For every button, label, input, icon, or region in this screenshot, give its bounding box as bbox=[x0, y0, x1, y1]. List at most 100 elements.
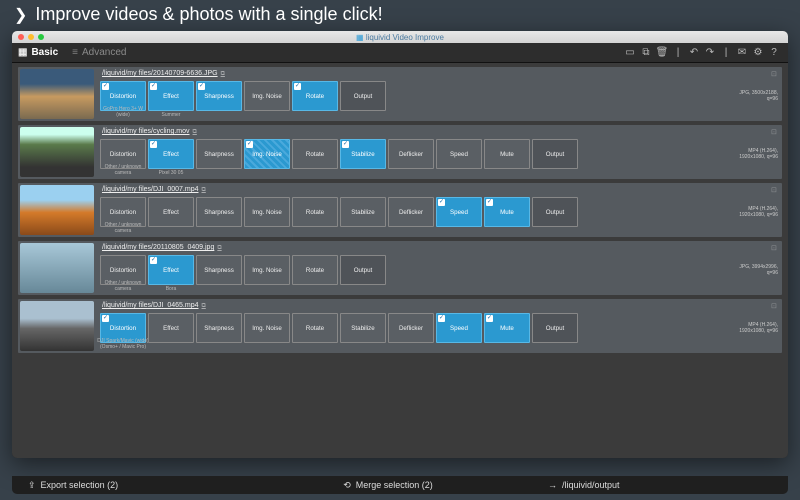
effect-node-sharpness[interactable]: Sharpness bbox=[196, 255, 242, 285]
undo-icon[interactable]: ↶ bbox=[686, 47, 702, 58]
gear-icon[interactable]: ⚙ bbox=[750, 47, 766, 58]
file-path[interactable]: /liquivid/my files/cycling.mov⧉ bbox=[100, 127, 780, 139]
effect-node-imgnoise[interactable]: Img. Noise bbox=[244, 313, 290, 343]
check-icon: ✓ bbox=[486, 315, 493, 322]
copy-icon[interactable]: ⧉ bbox=[638, 47, 654, 58]
copy-path-icon[interactable]: ⧉ bbox=[202, 303, 206, 309]
mail-icon[interactable]: ✉ bbox=[734, 47, 750, 58]
effect-node-effect[interactable]: ✓EffectBora bbox=[148, 255, 194, 285]
effect-row: DistortionOther / unknown camera✓EffectB… bbox=[100, 255, 780, 285]
effect-node-mute[interactable]: ✓ Mute bbox=[484, 313, 530, 343]
effect-node-speed[interactable]: Speed bbox=[436, 139, 482, 169]
mode-advanced[interactable]: ≡ Advanced bbox=[72, 47, 126, 58]
effect-label: Distortion bbox=[110, 209, 136, 216]
merge-label: Merge selection (2) bbox=[356, 480, 433, 490]
effect-node-imgnoise[interactable]: Img. Noise bbox=[244, 255, 290, 285]
effect-label: Output bbox=[354, 267, 373, 274]
effect-node-output[interactable]: Output bbox=[532, 197, 578, 227]
effect-node-stabilize[interactable]: Stabilize bbox=[340, 197, 386, 227]
track-row[interactable]: /liquivid/my files/20110805_0409.jpg⧉Dis… bbox=[18, 241, 782, 295]
effect-label: Img. Noise bbox=[252, 93, 282, 100]
copy-path-icon[interactable]: ⧉ bbox=[202, 187, 206, 193]
effect-row: ✓DistortionDJI Spark/Mavic (wide) (Osmo+… bbox=[100, 313, 780, 343]
copy-path-icon[interactable]: ⧉ bbox=[193, 129, 197, 135]
camera-info: Other / unknown camera bbox=[97, 280, 150, 292]
track-grip-icon[interactable]: ⊡ bbox=[771, 128, 779, 136]
effect-node-deflicker[interactable]: Deflicker bbox=[388, 197, 434, 227]
effect-node-output[interactable]: Output bbox=[340, 81, 386, 111]
effect-subtext: Pixel 30 05 bbox=[145, 170, 198, 176]
effect-node-sharpness[interactable]: Sharpness bbox=[196, 197, 242, 227]
effect-label: Img. Noise bbox=[252, 267, 282, 274]
effect-node-rotate[interactable]: Rotate bbox=[292, 255, 338, 285]
output-path-button[interactable]: → /liquivid/output bbox=[508, 480, 788, 490]
clip-thumbnail[interactable] bbox=[20, 185, 94, 235]
effect-node-rotate[interactable]: Rotate bbox=[292, 197, 338, 227]
copy-path-icon[interactable]: ⧉ bbox=[217, 245, 221, 251]
help-icon[interactable]: ? bbox=[766, 47, 782, 58]
effect-node-sharpness[interactable]: ✓Sharpness bbox=[196, 81, 242, 111]
effect-node-stabilize[interactable]: Stabilize bbox=[340, 313, 386, 343]
effect-node-effect[interactable]: Effect bbox=[148, 197, 194, 227]
file-path[interactable]: /liquivid/my files/20110805_0409.jpg⧉ bbox=[100, 243, 780, 255]
effect-node-mute[interactable]: ✓Mute bbox=[484, 197, 530, 227]
open-folder-icon[interactable]: ▭ bbox=[622, 47, 638, 58]
effect-label: Deflicker bbox=[399, 325, 423, 332]
merge-selection-button[interactable]: ⟲ Merge selection (2) bbox=[268, 480, 508, 491]
effect-node-imgnoise[interactable]: ✓Img. Noise bbox=[244, 139, 290, 169]
track-grip-icon[interactable]: ⊡ bbox=[771, 244, 779, 252]
effect-node-rotate[interactable]: Rotate bbox=[292, 313, 338, 343]
clip-thumbnail[interactable] bbox=[20, 243, 94, 293]
track-grip-icon[interactable]: ⊡ bbox=[771, 70, 779, 78]
track-grip-icon[interactable]: ⊡ bbox=[771, 302, 779, 310]
effect-node-output[interactable]: Output bbox=[532, 313, 578, 343]
effect-node-speed[interactable]: ✓Speed bbox=[436, 313, 482, 343]
file-path[interactable]: /liquivid/my files/DJI_0465.mp4⧉ bbox=[100, 301, 780, 313]
effect-node-deflicker[interactable]: Deflicker bbox=[388, 313, 434, 343]
output-meta: MP4 (H.264),1920x1080, q=96 bbox=[739, 148, 780, 161]
effect-node-effect[interactable]: ✓EffectSummer bbox=[148, 81, 194, 111]
effect-node-distortion[interactable]: DistortionOther / unknown camera bbox=[100, 139, 146, 169]
effect-node-imgnoise[interactable]: Img. Noise bbox=[244, 81, 290, 111]
clip-thumbnail[interactable] bbox=[20, 69, 94, 119]
file-path[interactable]: /liquivid/my files/20140709-6636.JPG⧉ bbox=[100, 69, 780, 81]
effect-node-speed[interactable]: ✓Speed bbox=[436, 197, 482, 227]
effect-node-rotate[interactable]: ✓Rotate bbox=[292, 81, 338, 111]
effect-node-deflicker[interactable]: Deflicker bbox=[388, 139, 434, 169]
effect-node-distortion[interactable]: ✓DistortionGoPro Hero 3+ W (wide) bbox=[100, 81, 146, 111]
effect-node-mute[interactable]: Mute bbox=[484, 139, 530, 169]
check-icon: ✓ bbox=[150, 83, 157, 90]
export-selection-button[interactable]: ⇪ Export selection (2) bbox=[12, 480, 268, 491]
track-row[interactable]: /liquivid/my files/DJI_0465.mp4⧉✓Distort… bbox=[18, 299, 782, 353]
effect-node-stabilize[interactable]: ✓Stabilize bbox=[340, 139, 386, 169]
copy-path-icon[interactable]: ⧉ bbox=[221, 71, 225, 77]
track-row[interactable]: /liquivid/my files/DJI_0007.mp4⧉Distorti… bbox=[18, 183, 782, 237]
track-row[interactable]: /liquivid/my files/cycling.mov⧉Distortio… bbox=[18, 125, 782, 179]
mode-basic[interactable]: ▦ Basic bbox=[18, 47, 58, 58]
window-titlebar: liquivid Video Improve bbox=[12, 31, 788, 43]
trash-icon[interactable]: 🗑 bbox=[654, 47, 670, 58]
clip-thumbnail[interactable] bbox=[20, 301, 94, 351]
effect-node-output[interactable]: Output bbox=[340, 255, 386, 285]
effect-label: Mute bbox=[500, 325, 514, 332]
track-grip-icon[interactable]: ⊡ bbox=[771, 186, 779, 194]
effect-node-distortion[interactable]: DistortionOther / unknown camera bbox=[100, 255, 146, 285]
file-path[interactable]: /liquivid/my files/DJI_0007.mp4⧉ bbox=[100, 185, 780, 197]
effect-node-distortion[interactable]: ✓DistortionDJI Spark/Mavic (wide) (Osmo+… bbox=[100, 313, 146, 343]
effect-node-sharpness[interactable]: Sharpness bbox=[196, 313, 242, 343]
effect-node-sharpness[interactable]: Sharpness bbox=[196, 139, 242, 169]
clip-thumbnail[interactable] bbox=[20, 127, 94, 177]
effect-node-distortion[interactable]: DistortionOther / unknown camera bbox=[100, 197, 146, 227]
track-row[interactable]: /liquivid/my files/20140709-6636.JPG⧉✓Di… bbox=[18, 67, 782, 121]
grid-icon: ▦ bbox=[18, 47, 27, 58]
effect-node-imgnoise[interactable]: Img. Noise bbox=[244, 197, 290, 227]
effect-label: Speed bbox=[450, 325, 468, 332]
redo-icon[interactable]: ↷ bbox=[702, 47, 718, 58]
effect-node-rotate[interactable]: Rotate bbox=[292, 139, 338, 169]
effect-node-output[interactable]: Output bbox=[532, 139, 578, 169]
effect-label: Output bbox=[546, 325, 565, 332]
check-icon: ✓ bbox=[438, 199, 445, 206]
effect-node-effect[interactable]: Effect bbox=[148, 313, 194, 343]
effect-node-effect[interactable]: ✓EffectPixel 30 05 bbox=[148, 139, 194, 169]
effect-label: Output bbox=[546, 151, 565, 158]
